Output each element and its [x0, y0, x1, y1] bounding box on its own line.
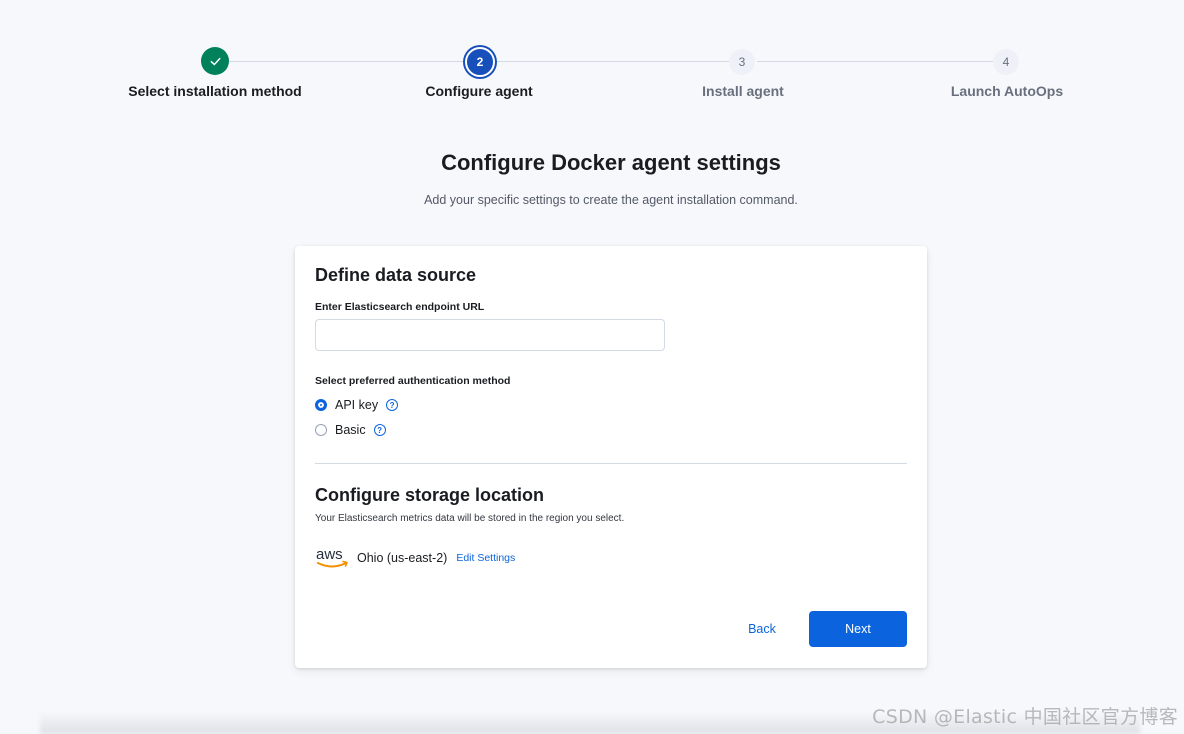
region-name: Ohio (us-east-2): [357, 551, 448, 565]
page-title: Configure Docker agent settings: [441, 150, 781, 175]
endpoint-url-input[interactable]: [315, 319, 665, 351]
aws-logo-icon: aws: [315, 546, 351, 570]
data-source-heading: Define data source: [315, 265, 477, 285]
auth-option-api-key[interactable]: API key ?: [315, 398, 399, 412]
step-1-complete-indicator: [201, 47, 229, 75]
auth-option-label: Basic: [335, 423, 366, 437]
page-subtitle: Add your specific settings to create the…: [424, 193, 798, 207]
section-divider: [315, 463, 907, 464]
svg-text:aws: aws: [316, 546, 343, 563]
step-connector: [757, 61, 993, 62]
step-4-indicator: 4: [993, 49, 1019, 75]
auth-option-basic[interactable]: Basic ?: [315, 423, 386, 437]
step-3-label: Install agent: [702, 83, 784, 99]
edit-settings-link[interactable]: Edit Settings: [456, 552, 515, 564]
auth-method-label: Select preferred authentication method: [315, 375, 511, 387]
watermark: CSDN @Elastic 中国社区官方博客: [872, 706, 1178, 728]
storage-description: Your Elasticsearch metrics data will be …: [315, 513, 625, 524]
endpoint-url-label: Enter Elasticsearch endpoint URL: [315, 301, 485, 313]
next-button[interactable]: Next: [809, 611, 907, 647]
check-icon: [210, 57, 221, 65]
step-1-label[interactable]: Select installation method: [95, 83, 335, 99]
back-button[interactable]: Back: [733, 611, 791, 647]
step-connector: [229, 61, 465, 62]
region-selection: aws Ohio (us-east-2) Edit Settings: [315, 546, 515, 570]
help-icon[interactable]: ?: [373, 424, 386, 436]
step-3-indicator: 3: [729, 49, 755, 75]
step-connector: [493, 61, 729, 62]
help-icon[interactable]: ?: [386, 399, 399, 411]
auth-option-label: API key: [335, 398, 379, 412]
storage-heading: Configure storage location: [315, 485, 545, 505]
step-2-label[interactable]: Configure agent: [359, 83, 599, 99]
stepper: 2 3 4 Select installation method Configu…: [0, 0, 1184, 120]
radio-unselected[interactable]: [315, 424, 327, 436]
radio-selected[interactable]: [315, 399, 327, 411]
step-2-indicator: 2: [465, 47, 495, 77]
settings-card: Define data source Enter Elasticsearch e…: [295, 246, 927, 668]
step-4-label: Launch AutoOps: [950, 83, 1064, 99]
